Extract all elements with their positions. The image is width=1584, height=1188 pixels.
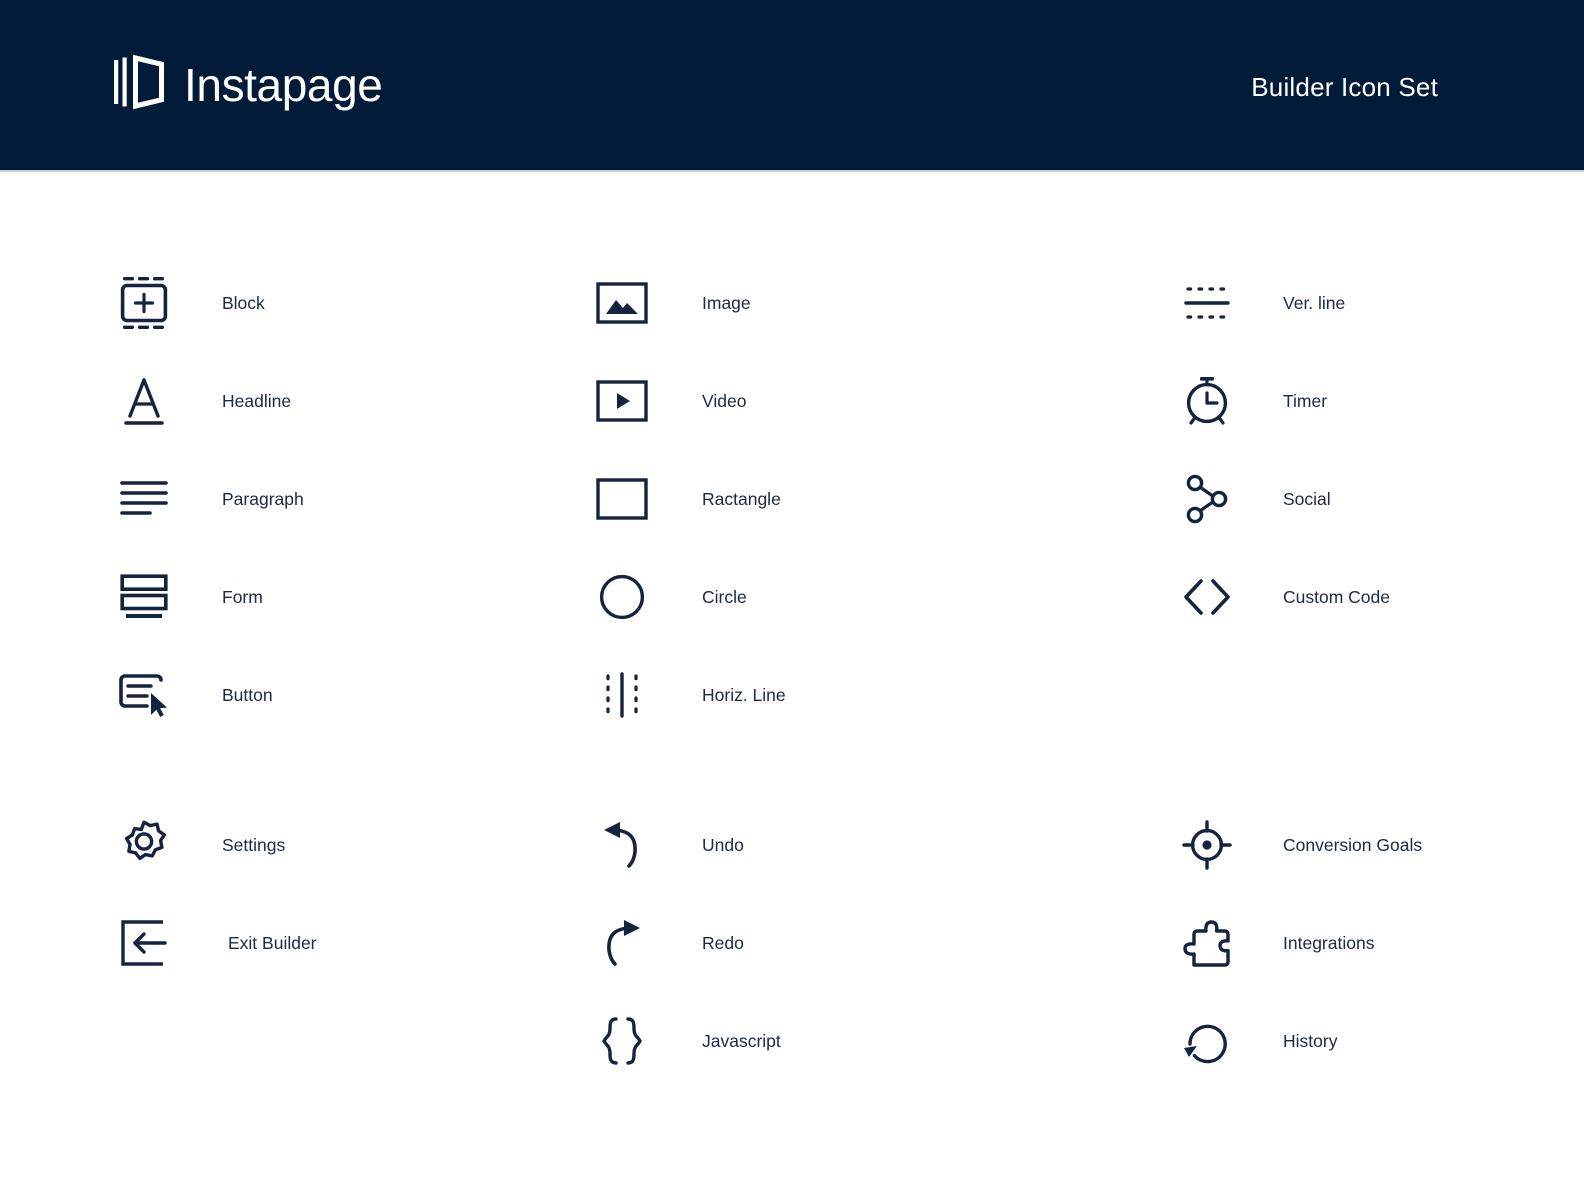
vertical-line-icon: [1175, 271, 1239, 335]
icon-item-label: Integrations: [1283, 933, 1375, 953]
horizontal-line-icon: [590, 663, 654, 727]
icon-item-label: Custom Code: [1283, 587, 1390, 607]
icon-item-label: Timer: [1283, 391, 1328, 411]
history-clock-arrow-icon: [1175, 1009, 1239, 1073]
target-icon: [1175, 813, 1239, 877]
icon-column-3: Ver. line Timer Social Custom Code: [100, 254, 1390, 646]
brand-logo: Instapage: [112, 54, 383, 115]
puzzle-piece-icon: [1175, 911, 1239, 975]
action-column-3: Conversion Goals Integrations History: [100, 796, 1422, 1090]
icon-item-label: Ver. line: [1283, 293, 1346, 313]
icon-item-label: History: [1283, 1031, 1338, 1051]
social-share-icon: [1175, 467, 1239, 531]
timer-icon: [1175, 369, 1239, 433]
icon-item-label: Conversion Goals: [1283, 835, 1423, 855]
icon-group-elements: Block Headline Paragraph Form Button Ima…: [0, 254, 1584, 744]
instapage-door-logo-icon: [112, 54, 170, 115]
icon-item-label: Social: [1283, 489, 1331, 509]
icon-item-label: Horiz. Line: [702, 685, 786, 705]
icon-grid: Block Headline Paragraph Form Button Ima…: [0, 172, 1584, 1090]
custom-code-icon: [1175, 565, 1239, 629]
page-header: Instapage Builder Icon Set: [0, 0, 1584, 172]
icon-group-actions: Settings Exit Builder Undo Redo Javascri…: [0, 796, 1584, 1090]
brand-name: Instapage: [184, 58, 383, 111]
builder-icon-set-page: Instapage Builder Icon Set Block Headlin…: [0, 0, 1584, 1188]
page-title: Builder Icon Set: [1251, 72, 1438, 102]
